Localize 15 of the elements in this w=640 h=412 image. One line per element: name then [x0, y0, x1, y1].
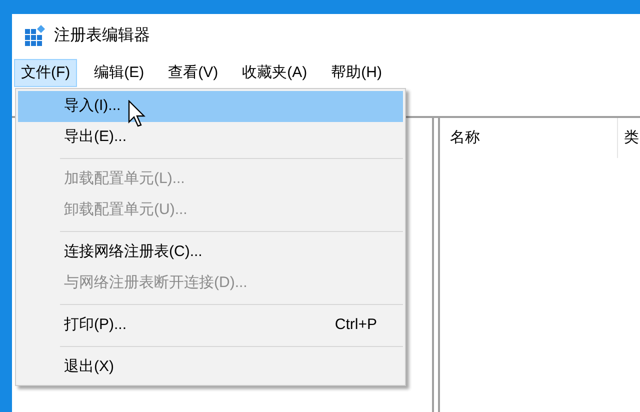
registry-icon	[24, 25, 46, 47]
cursor-icon	[128, 100, 146, 128]
menu-entry[interactable]: 打印(P)... Ctrl+P	[18, 310, 403, 341]
menu-item[interactable]: 查看(V)	[161, 59, 226, 87]
column-header[interactable]: 名称	[440, 118, 618, 158]
menu-entry[interactable]: 导入(I)...	[18, 91, 403, 122]
menu-item[interactable]: 编辑(E)	[87, 59, 152, 87]
menu-item[interactable]: 文件(F)	[14, 59, 78, 87]
menu-item[interactable]: 收藏夹(A)	[235, 59, 314, 87]
menu-entry[interactable]: 退出(X)	[18, 352, 403, 383]
menu-entry[interactable]: 连接网络注册表(C)...	[18, 237, 403, 268]
menu-entry[interactable]: 导出(E)...	[18, 122, 403, 153]
column-header[interactable]: 类	[618, 118, 639, 158]
window-title: 注册表编辑器	[54, 26, 150, 46]
menu-item[interactable]: 帮助(H)	[324, 59, 389, 87]
